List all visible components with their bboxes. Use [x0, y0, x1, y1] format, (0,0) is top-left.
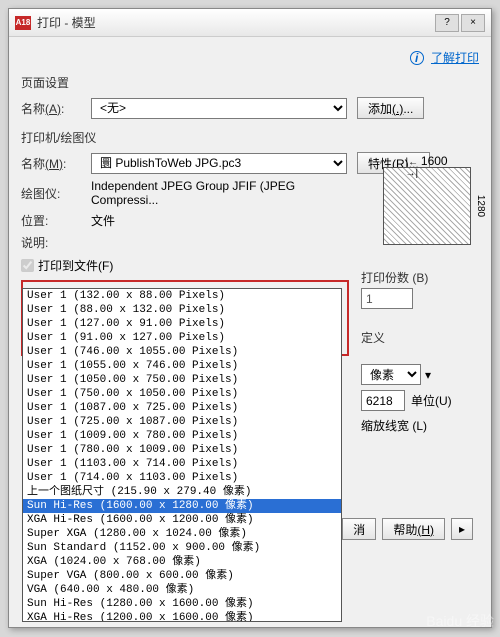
paper-size-option[interactable]: User 1 (1103.00 x 714.00 Pixels)	[23, 457, 341, 471]
preview-height: 1280	[475, 195, 486, 217]
paper-size-dropdown[interactable]: User 1 (132.00 x 88.00 Pixels)User 1 (88…	[22, 288, 342, 622]
paper-size-option[interactable]: VGA (640.00 x 480.00 像素)	[23, 583, 341, 597]
copies-heading: 打印份数 (B)	[361, 269, 485, 286]
help-button[interactable]: ?	[435, 14, 459, 32]
scale-value-input[interactable]	[361, 390, 405, 411]
copies-input[interactable]	[361, 288, 413, 309]
paper-size-option[interactable]: User 1 (725.00 x 1087.00 Pixels)	[23, 415, 341, 429]
paper-size-option[interactable]: User 1 (714.00 x 1103.00 Pixels)	[23, 471, 341, 485]
page-setup-heading: 页面设置	[21, 74, 479, 91]
paper-size-option[interactable]: Sun Hi-Res (1600.00 x 1280.00 像素)	[23, 499, 341, 513]
printer-name-select[interactable]: 圜 PublishToWeb JPG.pc3	[91, 153, 347, 174]
paper-size-option[interactable]: User 1 (132.00 x 88.00 Pixels)	[23, 289, 341, 303]
learn-print-link[interactable]: 了解打印	[431, 51, 479, 65]
paper-size-option[interactable]: User 1 (127.00 x 91.00 Pixels)	[23, 317, 341, 331]
desc-label: 说明:	[21, 234, 91, 251]
close-button[interactable]: ×	[461, 14, 485, 32]
paper-size-option[interactable]: Sun Hi-Res (1280.00 x 1600.00 像素)	[23, 597, 341, 611]
plot-to-file-label: 打印到文件(F)	[38, 257, 113, 274]
scale-unit-select[interactable]: 像素	[361, 364, 421, 385]
location-value: 文件	[91, 212, 115, 229]
plotter-value: Independent JPEG Group JFIF (JPEG Compre…	[91, 179, 347, 207]
paper-size-option[interactable]: Super VGA (800.00 x 600.00 像素)	[23, 569, 341, 583]
page-name-label: 名称(A):	[21, 100, 91, 117]
app-icon: A18	[15, 16, 31, 30]
paper-size-option[interactable]: XGA (1024.00 x 768.00 像素)	[23, 555, 341, 569]
unit-label: 单位(U)	[411, 392, 452, 409]
scale-custom-label: 定义	[361, 329, 485, 346]
paper-size-option[interactable]: User 1 (1055.00 x 746.00 Pixels)	[23, 359, 341, 373]
paper-size-option[interactable]: Sun Standard (1152.00 x 900.00 像素)	[23, 541, 341, 555]
paper-size-option[interactable]: User 1 (1009.00 x 780.00 Pixels)	[23, 429, 341, 443]
paper-size-option[interactable]: 上一个图纸尺寸 (215.90 x 279.40 像素)	[23, 485, 341, 499]
paper-size-option[interactable]: User 1 (746.00 x 1055.00 Pixels)	[23, 345, 341, 359]
paper-size-option[interactable]: User 1 (1087.00 x 725.00 Pixels)	[23, 401, 341, 415]
info-icon: i	[410, 51, 424, 65]
paper-size-option[interactable]: User 1 (750.00 x 1050.00 Pixels)	[23, 387, 341, 401]
add-page-button[interactable]: 添加(.)...	[357, 97, 424, 119]
help-button-bottom[interactable]: 帮助(H)	[382, 518, 445, 540]
plot-to-file-checkbox[interactable]	[21, 259, 34, 272]
paper-size-option[interactable]: User 1 (1050.00 x 750.00 Pixels)	[23, 373, 341, 387]
paper-size-option[interactable]: Super XGA (1280.00 x 1024.00 像素)	[23, 527, 341, 541]
right-column: 打印份数 (B) 定义 像素 ▾ 单位(U) 缩放线宽 (L)	[361, 267, 485, 440]
page-name-select[interactable]: <无>	[91, 98, 347, 119]
plotter-label: 绘图仪:	[21, 185, 91, 202]
printer-name-label: 名称(M):	[21, 155, 91, 172]
window-title: 打印 - 模型	[37, 14, 433, 31]
titlebar: A18 打印 - 模型 ? ×	[9, 9, 491, 37]
paper-size-option[interactable]: User 1 (780.00 x 1009.00 Pixels)	[23, 443, 341, 457]
paper-preview: |← 1600 →| 1280	[383, 167, 471, 245]
cancel-button[interactable]: 消	[342, 518, 376, 540]
preview-width: |← 1600 →|	[406, 154, 449, 179]
lineweight-label: 缩放线宽 (L)	[361, 417, 427, 434]
paper-size-option[interactable]: XGA Hi-Res (1600.00 x 1200.00 像素)	[23, 513, 341, 527]
printer-heading: 打印机/绘图仪	[21, 129, 479, 146]
location-label: 位置:	[21, 212, 91, 229]
paper-size-option[interactable]: User 1 (91.00 x 127.00 Pixels)	[23, 331, 341, 345]
paper-size-option[interactable]: XGA Hi-Res (1200.00 x 1600.00 像素)	[23, 611, 341, 622]
paper-size-option[interactable]: User 1 (88.00 x 132.00 Pixels)	[23, 303, 341, 317]
learn-link-row: i 了解打印	[21, 49, 479, 66]
expand-button[interactable]: ▸	[451, 518, 473, 540]
